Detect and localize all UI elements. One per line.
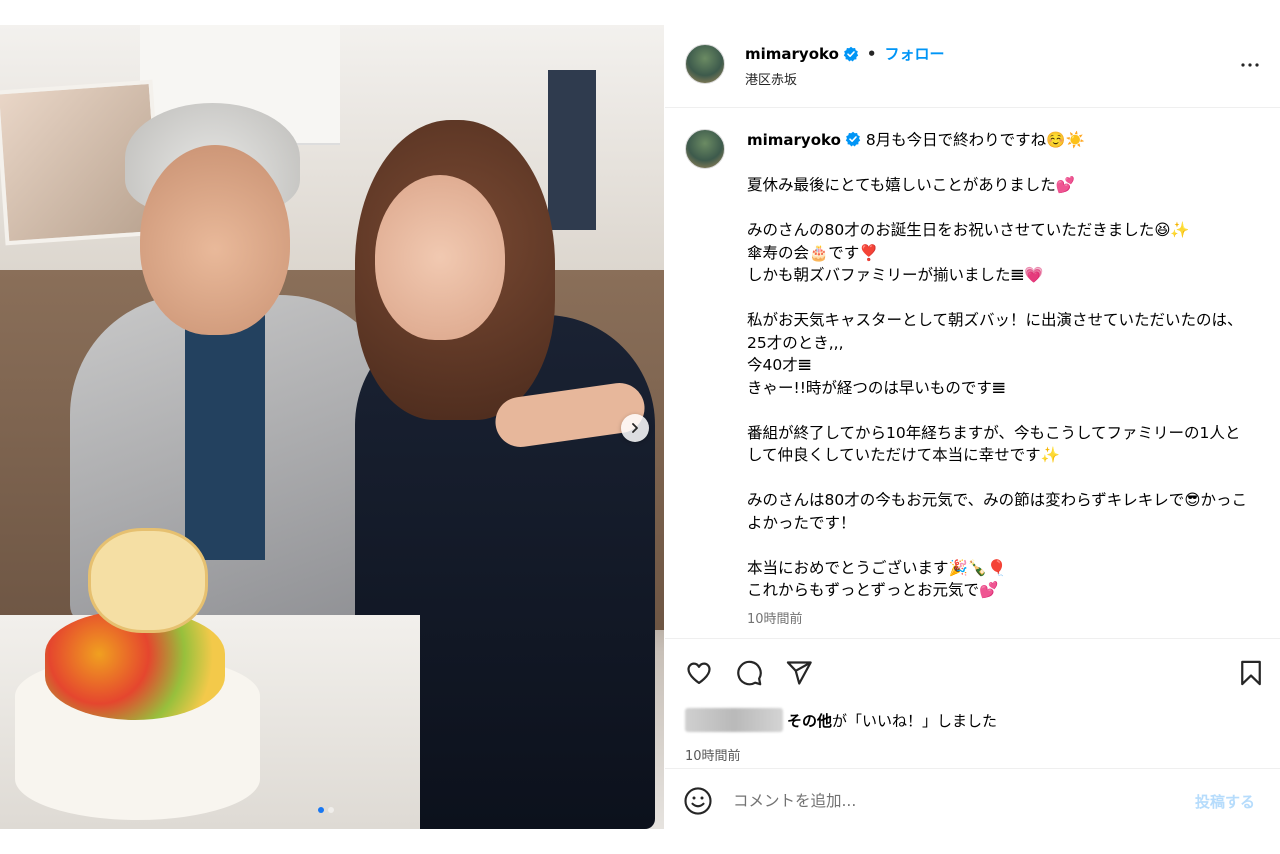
post-timestamp: 10時間前 bbox=[685, 749, 741, 764]
heart-icon bbox=[687, 662, 711, 685]
bookmark-icon bbox=[1241, 660, 1261, 686]
caption-text: 8月も今日で終わりですね☺️☀️ 夏休み最後にとても嬉しいことがありました💕 み… bbox=[747, 131, 1247, 599]
likes-others[interactable]: その他 bbox=[787, 710, 832, 731]
carousel-dot bbox=[328, 807, 334, 813]
carousel-dot-active bbox=[318, 807, 324, 813]
caption-timestamp: 10時間前 bbox=[747, 612, 803, 627]
more-options-icon bbox=[1241, 63, 1259, 67]
share-button[interactable] bbox=[783, 657, 815, 689]
post-side-panel: mimaryoko • フォロー 港区赤坂 mimaryoko 8月も今日で終わ… bbox=[665, 25, 1280, 829]
blurred-liker-name bbox=[685, 708, 783, 732]
post-actions: その他 が「いいね！」しました 10時間前 bbox=[665, 638, 1280, 768]
post-photo[interactable] bbox=[0, 25, 664, 829]
paper-plane-icon bbox=[786, 661, 812, 685]
caption-section: mimaryoko 8月も今日で終わりですね☺️☀️ 夏休み最後にとても嬉しいこ… bbox=[665, 109, 1280, 637]
comment-button[interactable] bbox=[733, 657, 765, 689]
header-username[interactable]: mimaryoko bbox=[745, 45, 839, 63]
carousel-indicator bbox=[318, 807, 334, 813]
emoji-button[interactable] bbox=[683, 786, 713, 816]
post-header: mimaryoko • フォロー 港区赤坂 bbox=[665, 25, 1280, 108]
caption-avatar[interactable] bbox=[685, 129, 725, 169]
photo-man-face bbox=[140, 145, 290, 335]
post-comment-button[interactable]: 投稿する bbox=[1195, 791, 1255, 812]
follow-button[interactable]: フォロー bbox=[884, 43, 944, 64]
caption: mimaryoko 8月も今日で終わりですね☺️☀️ 夏休み最後にとても嬉しいこ… bbox=[747, 129, 1247, 602]
photo-cake-plaque bbox=[88, 528, 208, 633]
caption-username[interactable]: mimaryoko bbox=[747, 131, 841, 149]
likes-text: が「いいね！」しました bbox=[832, 711, 998, 730]
comment-input[interactable] bbox=[733, 786, 1173, 816]
carousel-next-button[interactable] bbox=[621, 414, 649, 442]
comment-bar: 投稿する bbox=[665, 768, 1280, 829]
emoji-smile-icon bbox=[684, 787, 712, 815]
location-link[interactable]: 港区赤坂 bbox=[745, 69, 797, 88]
likes-summary[interactable]: その他 が「いいね！」しました bbox=[685, 707, 997, 733]
verified-badge-icon bbox=[845, 131, 861, 147]
avatar[interactable] bbox=[685, 44, 725, 84]
chevron-right-icon bbox=[632, 423, 638, 433]
comment-bubble-icon bbox=[737, 660, 762, 686]
verified-badge-icon bbox=[843, 46, 859, 61]
header-title-row: mimaryoko • フォロー bbox=[745, 43, 945, 64]
like-button[interactable] bbox=[683, 657, 715, 689]
photo-man-shirt bbox=[185, 310, 265, 560]
photo-woman-face bbox=[375, 175, 505, 340]
more-options-button[interactable] bbox=[1238, 53, 1262, 77]
header-separator: • bbox=[866, 44, 877, 63]
photo-book bbox=[548, 70, 596, 230]
save-button[interactable] bbox=[1235, 657, 1267, 689]
